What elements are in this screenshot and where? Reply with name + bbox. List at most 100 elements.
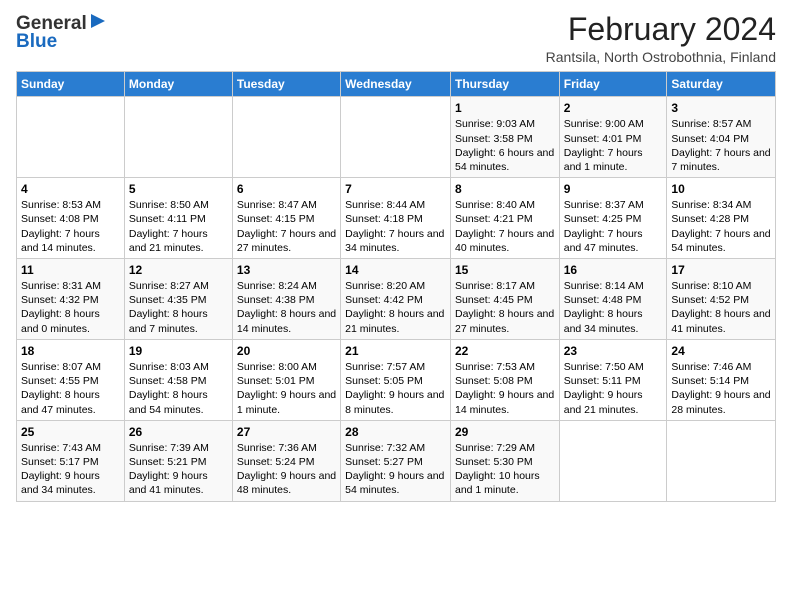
daylight-text: Daylight: 7 hours and 47 minutes. [564, 227, 663, 255]
sunset-text: Sunset: 4:01 PM [564, 132, 663, 146]
sunset-text: Sunset: 4:08 PM [21, 212, 120, 226]
daylight-text: Daylight: 9 hours and 21 minutes. [564, 388, 663, 416]
sunrise-text: Sunrise: 8:07 AM [21, 360, 120, 374]
day-number: 18 [21, 343, 120, 359]
sunrise-text: Sunrise: 9:00 AM [564, 117, 663, 131]
daylight-text: Daylight: 9 hours and 28 minutes. [671, 388, 771, 416]
calendar-week-4: 18Sunrise: 8:07 AMSunset: 4:55 PM Dayligh… [17, 339, 776, 420]
calendar-cell: 1Sunrise: 9:03 AMSunset: 3:58 PMDaylight… [450, 97, 559, 178]
sunrise-text: Sunrise: 8:00 AM [237, 360, 336, 374]
daylight-text: Daylight: 6 hours and 54 minutes. [455, 146, 555, 174]
day-number: 12 [129, 262, 228, 278]
sunset-text: Sunset: 4:21 PM [455, 212, 555, 226]
daylight-text: Daylight: 10 hours and 1 minute. [455, 469, 555, 497]
sunrise-text: Sunrise: 8:17 AM [455, 279, 555, 293]
day-number: 26 [129, 424, 228, 440]
sunset-text: Sunset: 5:27 PM [345, 455, 446, 469]
calendar-cell: 24Sunrise: 7:46 AMSunset: 5:14 PMDayligh… [667, 339, 776, 420]
sunset-text: Sunset: 5:30 PM [455, 455, 555, 469]
sunrise-text: Sunrise: 8:03 AM [129, 360, 228, 374]
daylight-text: Daylight: 8 hours and 34 minutes. [564, 307, 663, 335]
daylight-text: Daylight: 7 hours and 21 minutes. [129, 227, 228, 255]
sunset-text: Sunset: 5:14 PM [671, 374, 771, 388]
day-number: 17 [671, 262, 771, 278]
daylight-text: Daylight: 9 hours and 14 minutes. [455, 388, 555, 416]
sunrise-text: Sunrise: 7:53 AM [455, 360, 555, 374]
daylight-text: Daylight: 8 hours and 21 minutes. [345, 307, 446, 335]
sunset-text: Sunset: 4:28 PM [671, 212, 771, 226]
day-number: 1 [455, 100, 555, 116]
sunrise-text: Sunrise: 8:20 AM [345, 279, 446, 293]
daylight-text: Daylight: 8 hours and 54 minutes. [129, 388, 228, 416]
sunrise-text: Sunrise: 8:37 AM [564, 198, 663, 212]
sunset-text: Sunset: 4:18 PM [345, 212, 446, 226]
daylight-text: Daylight: 7 hours and 40 minutes. [455, 227, 555, 255]
daylight-text: Daylight: 8 hours and 14 minutes. [237, 307, 336, 335]
sunrise-text: Sunrise: 8:34 AM [671, 198, 771, 212]
day-number: 25 [21, 424, 120, 440]
calendar-cell: 25Sunrise: 7:43 AMSunset: 5:17 PMDayligh… [17, 420, 125, 501]
day-number: 23 [564, 343, 663, 359]
sunrise-text: Sunrise: 7:43 AM [21, 441, 120, 455]
day-number: 29 [455, 424, 555, 440]
day-of-week-friday: Friday [559, 72, 667, 97]
daylight-text: Daylight: 9 hours and 41 minutes. [129, 469, 228, 497]
sunset-text: Sunset: 4:04 PM [671, 132, 771, 146]
day-number: 27 [237, 424, 336, 440]
daylight-text: Daylight: 9 hours and 8 minutes. [345, 388, 446, 416]
sunrise-text: Sunrise: 8:53 AM [21, 198, 120, 212]
sunset-text: Sunset: 4:48 PM [564, 293, 663, 307]
sunset-text: Sunset: 4:55 PM [21, 374, 120, 388]
day-number: 28 [345, 424, 446, 440]
day-number: 14 [345, 262, 446, 278]
calendar-cell: 7Sunrise: 8:44 AMSunset: 4:18 PMDaylight… [341, 178, 451, 259]
logo: General Blue [16, 12, 107, 53]
day-number: 15 [455, 262, 555, 278]
sunrise-text: Sunrise: 8:44 AM [345, 198, 446, 212]
calendar-subtitle: Rantsila, North Ostrobothnia, Finland [546, 49, 776, 65]
logo-blue-text: Blue [16, 31, 57, 53]
calendar-cell: 2Sunrise: 9:00 AMSunset: 4:01 PMDaylight… [559, 97, 667, 178]
sunrise-text: Sunrise: 7:50 AM [564, 360, 663, 374]
calendar-week-3: 11Sunrise: 8:31 AMSunset: 4:32 PMDayligh… [17, 258, 776, 339]
daylight-text: Daylight: 8 hours and 0 minutes. [21, 307, 120, 335]
calendar-cell: 19Sunrise: 8:03 AMSunset: 4:58 PMDayligh… [124, 339, 232, 420]
title-block: February 2024 Rantsila, North Ostrobothn… [546, 12, 776, 65]
day-of-week-sunday: Sunday [17, 72, 125, 97]
day-number: 4 [21, 181, 120, 197]
calendar-title: February 2024 [546, 12, 776, 47]
sunrise-text: Sunrise: 8:31 AM [21, 279, 120, 293]
daylight-text: Daylight: 7 hours and 7 minutes. [671, 146, 771, 174]
daylight-text: Daylight: 8 hours and 7 minutes. [129, 307, 228, 335]
calendar-cell [17, 97, 125, 178]
sunrise-text: Sunrise: 7:57 AM [345, 360, 446, 374]
calendar-cell: 11Sunrise: 8:31 AMSunset: 4:32 PMDayligh… [17, 258, 125, 339]
day-number: 3 [671, 100, 771, 116]
day-number: 10 [671, 181, 771, 197]
day-number: 8 [455, 181, 555, 197]
sunrise-text: Sunrise: 8:14 AM [564, 279, 663, 293]
sunset-text: Sunset: 5:11 PM [564, 374, 663, 388]
sunrise-text: Sunrise: 7:39 AM [129, 441, 228, 455]
calendar-cell: 21Sunrise: 7:57 AMSunset: 5:05 PMDayligh… [341, 339, 451, 420]
calendar-cell: 22Sunrise: 7:53 AMSunset: 5:08 PMDayligh… [450, 339, 559, 420]
calendar-week-2: 4Sunrise: 8:53 AMSunset: 4:08 PM Daylight… [17, 178, 776, 259]
calendar-cell [559, 420, 667, 501]
daylight-text: Daylight: 9 hours and 34 minutes. [21, 469, 120, 497]
sunrise-text: Sunrise: 8:40 AM [455, 198, 555, 212]
calendar-week-1: 1Sunrise: 9:03 AMSunset: 3:58 PMDaylight… [17, 97, 776, 178]
day-of-week-saturday: Saturday [667, 72, 776, 97]
day-number: 5 [129, 181, 228, 197]
sunrise-text: Sunrise: 8:57 AM [671, 117, 771, 131]
calendar-cell: 13Sunrise: 8:24 AMSunset: 4:38 PMDayligh… [232, 258, 340, 339]
day-number: 13 [237, 262, 336, 278]
day-number: 11 [21, 262, 120, 278]
day-number: 22 [455, 343, 555, 359]
sunset-text: Sunset: 4:15 PM [237, 212, 336, 226]
sunrise-text: Sunrise: 8:10 AM [671, 279, 771, 293]
sunrise-text: Sunrise: 7:46 AM [671, 360, 771, 374]
sunset-text: Sunset: 4:42 PM [345, 293, 446, 307]
calendar-cell: 14Sunrise: 8:20 AMSunset: 4:42 PMDayligh… [341, 258, 451, 339]
sunset-text: Sunset: 4:58 PM [129, 374, 228, 388]
sunrise-text: Sunrise: 7:32 AM [345, 441, 446, 455]
